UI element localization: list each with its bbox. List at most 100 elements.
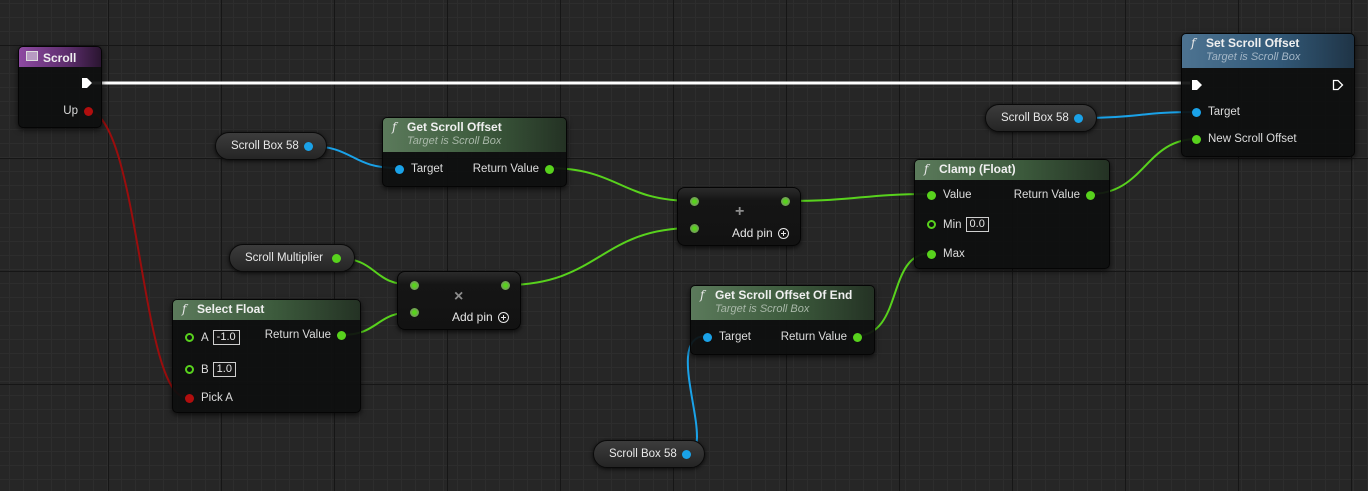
float-pin-icon[interactable]: [781, 197, 790, 206]
pin-return-value-label: Return Value: [264, 329, 331, 341]
set-scroll-offset-header[interactable]: f Set Scroll Offset Target is Scroll Box: [1182, 34, 1354, 68]
pin-new-scroll-offset[interactable]: New Scroll Offset: [1192, 133, 1297, 145]
float-pin-icon[interactable]: [927, 220, 936, 229]
get-scroll-offset-of-end-header[interactable]: f Get Scroll Offset Of End Target is Scr…: [691, 286, 874, 320]
pin-value-label: Value: [943, 189, 972, 201]
min-value-field[interactable]: 0.0: [965, 217, 989, 232]
pin-new-scroll-offset-label: New Scroll Offset: [1208, 133, 1297, 145]
function-icon: f: [924, 162, 929, 176]
float-pin-icon[interactable]: [185, 333, 194, 342]
a-value-field[interactable]: -1.0: [212, 330, 240, 345]
pin-min-label: Min: [943, 218, 962, 231]
pin-value[interactable]: Value: [927, 189, 972, 201]
float-pin-icon[interactable]: [927, 249, 936, 259]
float-wire-mult-add: [504, 227, 694, 286]
bool-wire: [85, 109, 187, 398]
set-scroll-offset-subtitle: Target is Scroll Box: [1206, 51, 1301, 63]
pin-pick-a[interactable]: Pick A: [185, 392, 233, 404]
pin-return-value[interactable]: Return Value: [1014, 189, 1095, 201]
float-pin-icon[interactable]: [332, 254, 341, 263]
select-float-node[interactable]: f Select Float A -1.0 Return Value B 1.0…: [172, 299, 361, 413]
variable-label: Scroll Box 58: [609, 448, 677, 460]
clamp-float-header[interactable]: f Clamp (Float): [915, 160, 1109, 180]
multiply-node[interactable]: × Add pin: [397, 271, 521, 330]
pin-target[interactable]: Target: [1192, 106, 1240, 118]
object-pin-icon[interactable]: [395, 164, 404, 174]
pin-target-label: Target: [719, 331, 751, 343]
scroll-box-variable[interactable]: Scroll Box 58: [215, 132, 327, 160]
float-pin-icon[interactable]: [1192, 134, 1201, 144]
exec-out-pin-icon[interactable]: [1332, 79, 1344, 91]
object-pin-icon[interactable]: [703, 332, 712, 342]
pin-target[interactable]: Target: [395, 163, 443, 175]
object-pin-icon[interactable]: [1192, 107, 1201, 117]
float-pin-icon[interactable]: [927, 190, 936, 200]
get-scroll-offset-header[interactable]: f Get Scroll Offset Target is Scroll Box: [383, 118, 566, 152]
pin-b[interactable]: B 1.0: [185, 362, 236, 377]
float-pin-icon[interactable]: [410, 308, 419, 317]
scroll-multiplier-variable[interactable]: Scroll Multiplier: [229, 244, 355, 272]
float-pin-icon[interactable]: [185, 365, 194, 374]
pin-up[interactable]: Up: [63, 105, 93, 117]
pin-return-value-label: Return Value: [1013, 189, 1080, 201]
float-pin-icon[interactable]: [690, 197, 699, 206]
function-icon: f: [1191, 36, 1196, 50]
object-pin-icon[interactable]: [304, 142, 313, 151]
get-scroll-offset-node[interactable]: f Get Scroll Offset Target is Scroll Box…: [382, 117, 567, 187]
float-pin-icon[interactable]: [1086, 190, 1095, 200]
add-node[interactable]: + Add pin: [677, 187, 801, 246]
clamp-float-node[interactable]: f Clamp (Float) Value Return Value Min 0…: [914, 159, 1110, 269]
float-pin-icon[interactable]: [410, 281, 419, 290]
multiply-operator: ×: [454, 288, 464, 305]
event-scroll-header[interactable]: Scroll: [19, 47, 101, 67]
exec-out-pin-icon[interactable]: [81, 77, 93, 89]
pin-target[interactable]: Target: [703, 331, 751, 343]
pin-a[interactable]: A -1.0: [185, 330, 240, 345]
object-pin-icon[interactable]: [682, 450, 691, 459]
object-pin-icon[interactable]: [1074, 114, 1083, 123]
set-scroll-offset-node[interactable]: f Set Scroll Offset Target is Scroll Box…: [1181, 33, 1355, 157]
pin-max-label: Max: [943, 248, 965, 260]
add-pin-label: Add pin: [452, 310, 493, 324]
get-scroll-offset-of-end-node[interactable]: f Get Scroll Offset Of End Target is Scr…: [690, 285, 875, 355]
pin-return-value[interactable]: Return Value: [473, 163, 554, 175]
clamp-float-title: Clamp (Float): [939, 162, 1016, 176]
bool-pin-icon[interactable]: [84, 106, 93, 116]
get-scroll-offset-of-end-title: Get Scroll Offset Of End: [715, 288, 853, 302]
float-pin-icon[interactable]: [690, 224, 699, 233]
get-scroll-offset-title: Get Scroll Offset: [407, 120, 502, 134]
float-pin-icon[interactable]: [853, 332, 862, 342]
bool-pin-icon[interactable]: [185, 393, 194, 403]
pin-return-value-label: Return Value: [780, 331, 847, 343]
function-icon: f: [182, 302, 187, 316]
event-scroll-title: Scroll: [43, 51, 77, 65]
function-icon: f: [392, 120, 397, 134]
variable-label: Scroll Box 58: [231, 140, 299, 152]
select-float-title: Select Float: [197, 302, 265, 316]
float-pin-icon[interactable]: [337, 330, 346, 340]
pin-return-value[interactable]: Return Value: [265, 329, 346, 341]
pin-return-value-label: Return Value: [472, 163, 539, 175]
float-wire-getoffset-add: [546, 167, 694, 202]
event-scroll-node[interactable]: Scroll Up: [18, 46, 102, 128]
exec-in-pin-icon[interactable]: [1191, 79, 1203, 91]
function-icon: f: [700, 288, 705, 302]
select-float-header[interactable]: f Select Float: [173, 300, 360, 320]
pin-up-label: Up: [63, 105, 78, 117]
add-add-pin-button[interactable]: Add pin: [732, 226, 789, 240]
scroll-box-variable[interactable]: Scroll Box 58: [985, 104, 1097, 132]
scroll-box-variable[interactable]: Scroll Box 58: [593, 440, 705, 468]
pin-pick-a-label: Pick A: [201, 392, 233, 404]
b-value-field[interactable]: 1.0: [212, 362, 236, 377]
pin-max[interactable]: Max: [927, 248, 965, 260]
pin-min[interactable]: Min 0.0: [927, 217, 989, 232]
float-pin-icon[interactable]: [545, 164, 554, 174]
multiply-add-pin-button[interactable]: Add pin: [452, 310, 509, 324]
plus-circle-icon[interactable]: [497, 311, 509, 323]
get-scroll-offset-subtitle: Target is Scroll Box: [407, 135, 502, 147]
float-pin-icon[interactable]: [501, 281, 510, 290]
pin-b-label: B: [201, 363, 209, 376]
set-scroll-offset-title: Set Scroll Offset: [1206, 36, 1300, 50]
pin-return-value[interactable]: Return Value: [781, 331, 862, 343]
plus-circle-icon[interactable]: [777, 227, 789, 239]
